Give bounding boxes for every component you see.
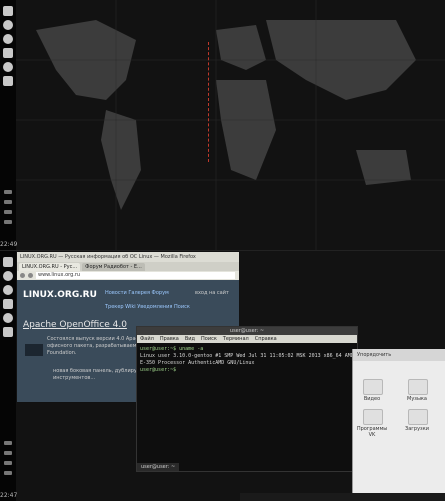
menu-terminal[interactable]: Терминал	[223, 335, 249, 343]
browser-icon[interactable]	[3, 20, 13, 30]
tray-icon[interactable]	[4, 461, 12, 465]
folder-label[interactable]: Загрузки	[399, 426, 435, 432]
skype-icon[interactable]	[3, 313, 13, 323]
menu-search[interactable]: Поиск	[201, 335, 217, 343]
folder-icon[interactable]	[363, 379, 383, 395]
map-red-line	[208, 42, 210, 162]
tray-icon[interactable]	[4, 210, 12, 214]
login-link[interactable]: вход на сайт	[195, 290, 229, 296]
tab-forum[interactable]: Форум Радиобот - Е...	[82, 262, 145, 271]
world-map-icon	[16, 0, 445, 250]
site-logo[interactable]: LINUX.ORG.RU	[23, 290, 97, 300]
terminal-line: user@user:~$	[140, 367, 177, 373]
tray-icon[interactable]	[4, 451, 12, 455]
site-menu[interactable]: Новости Галерея Форум	[105, 290, 169, 296]
file-manager-toolbar[interactable]: Упорядочить	[353, 349, 445, 361]
article-image	[25, 344, 43, 356]
chat-icon[interactable]	[3, 285, 13, 295]
world-map-wallpaper	[16, 0, 445, 250]
tray-icon[interactable]	[4, 190, 12, 194]
browser-icon[interactable]	[3, 271, 13, 281]
clock: 22:49	[0, 241, 18, 248]
terminal-line: Linux user 3.10.0-gentoo #1 SMP Wed Jul …	[140, 353, 354, 359]
terminal-menubar: Файл Правка Вид Поиск Терминал Справка	[137, 335, 357, 343]
browser-tabbar: LINUX.ORG.RU - Рус... Форум Радиобот - Е…	[17, 262, 239, 271]
left-dock: 22:49	[0, 0, 18, 250]
navigation-bar: www.linux.org.ru	[17, 271, 239, 280]
terminal-titlebar[interactable]: user@user: ~	[137, 327, 357, 335]
folder-label[interactable]: Видео	[354, 396, 390, 402]
volume-icon[interactable]	[4, 471, 12, 475]
terminal-output[interactable]: user@user:~$ uname -a Linux user 3.10.0-…	[137, 343, 357, 377]
terminal-line: user@user:~$ uname -a	[140, 346, 204, 352]
site-menu-secondary[interactable]: Трекер Wiki Уведомления Поиск	[105, 304, 190, 310]
apps-grid-icon[interactable]	[3, 257, 13, 267]
tray-icon[interactable]	[4, 441, 12, 445]
back-icon[interactable]	[20, 273, 25, 278]
top-screen: 22:49	[0, 0, 445, 250]
tab-linux-org[interactable]: LINUX.ORG.RU - Рус...	[19, 262, 81, 271]
terminal-window[interactable]: user@user: ~ Файл Правка Вид Поиск Терми…	[136, 326, 358, 472]
url-input[interactable]: www.linux.org.ru	[36, 272, 235, 279]
terminal-tab[interactable]: user@user: ~	[137, 463, 180, 471]
messenger-icon[interactable]	[3, 48, 13, 58]
file-manager-window[interactable]: Упорядочить Видео Музыка Программы VK За…	[352, 349, 445, 499]
clock: 22:47	[0, 492, 18, 499]
tray-icon[interactable]	[4, 200, 12, 204]
folder-icon[interactable]	[408, 409, 428, 425]
apps-grid-icon[interactable]	[3, 6, 13, 16]
menu-edit[interactable]: Правка	[160, 335, 179, 343]
left-dock: 22:47	[0, 251, 18, 501]
browser-titlebar[interactable]: LINUX.ORG.RU — Русская информация об ОС …	[17, 252, 239, 262]
messenger-icon[interactable]	[3, 299, 13, 309]
article-title[interactable]: Apache OpenOffice 4.0	[23, 320, 127, 330]
terminal-icon[interactable]	[3, 327, 13, 337]
skype-icon[interactable]	[3, 62, 13, 72]
terminal-icon[interactable]	[3, 76, 13, 86]
menu-view[interactable]: Вид	[185, 335, 195, 343]
menu-help[interactable]: Справка	[255, 335, 277, 343]
forward-icon[interactable]	[28, 273, 33, 278]
terminal-line: E-350 Processor AuthenticAMD GNU/Linux	[140, 360, 255, 366]
chat-icon[interactable]	[3, 34, 13, 44]
menu-file[interactable]: Файл	[140, 335, 154, 343]
folder-label[interactable]: Музыка	[399, 396, 435, 402]
folder-icon[interactable]	[408, 379, 428, 395]
folder-label[interactable]: Программы VK	[354, 426, 390, 438]
folder-icon[interactable]	[363, 409, 383, 425]
volume-icon[interactable]	[4, 220, 12, 224]
bottom-screen: 22:47 LINUX.ORG.RU — Русская информация …	[0, 250, 445, 501]
